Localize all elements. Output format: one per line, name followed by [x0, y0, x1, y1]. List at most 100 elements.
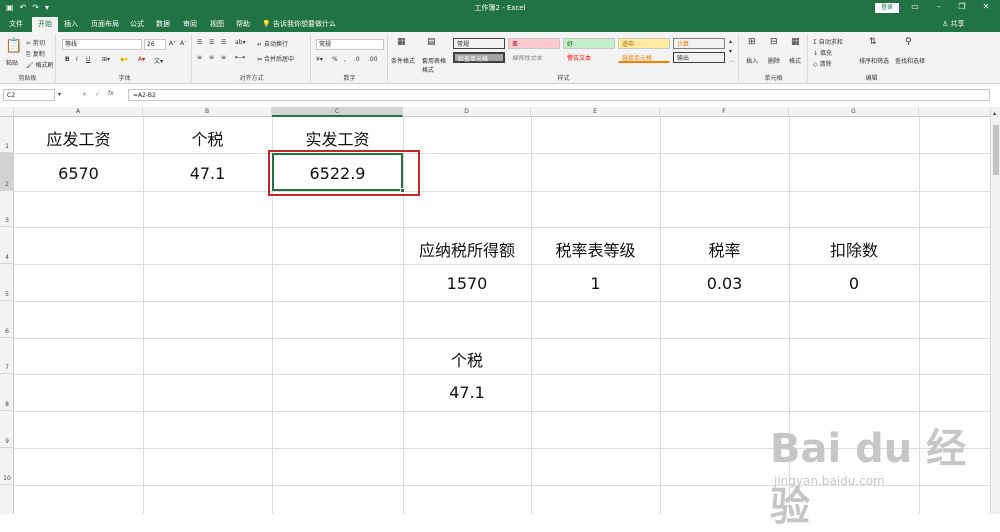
align-bottom-icon[interactable]: ☰: [221, 39, 226, 46]
scroll-up-icon[interactable]: ▴: [993, 110, 996, 117]
close-icon[interactable]: ✕: [979, 2, 993, 11]
insert-cells-icon[interactable]: ⊞: [748, 37, 756, 47]
cell-d4[interactable]: 应纳税所得额: [403, 237, 531, 261]
tab-data[interactable]: 数据: [156, 19, 170, 29]
column-header-c[interactable]: C: [272, 107, 403, 117]
restore-icon[interactable]: ❐: [955, 2, 969, 11]
style-output[interactable]: 输出: [673, 52, 725, 63]
style-warning[interactable]: 警告文本: [563, 52, 615, 63]
currency-icon[interactable]: ¥▾: [316, 56, 323, 63]
style-check-cell[interactable]: 检查单元格: [453, 52, 505, 63]
style-explanatory[interactable]: 解释性文本: [508, 52, 560, 63]
row-header-9[interactable]: 9: [0, 411, 14, 448]
cell-g5[interactable]: 0: [789, 274, 919, 293]
cell-d7[interactable]: 个税: [403, 347, 531, 371]
tab-file[interactable]: 文件: [9, 19, 23, 29]
phonetic-icon[interactable]: 文▾: [154, 56, 163, 65]
style-calculation[interactable]: 计算: [673, 38, 725, 49]
font-color-icon[interactable]: A▾: [138, 56, 145, 63]
column-header-b[interactable]: B: [143, 107, 272, 117]
fill-color-icon[interactable]: ◆▾: [120, 56, 128, 63]
conditional-format-icon[interactable]: ▦: [397, 37, 406, 47]
merge-center-button[interactable]: ⇔ 合并后居中: [257, 54, 294, 63]
copy-button[interactable]: ⎘ 复制: [26, 49, 45, 59]
format-painter-button[interactable]: 🖌 格式刷: [26, 60, 54, 69]
insert-cells-button[interactable]: 插入: [746, 56, 758, 65]
row-header-10[interactable]: 10: [0, 448, 14, 485]
comma-icon[interactable]: ,: [344, 56, 346, 63]
tab-insert[interactable]: 插入: [64, 19, 78, 29]
format-table-button[interactable]: 套用表格格式: [422, 56, 450, 74]
align-top-icon[interactable]: ☰: [197, 39, 202, 46]
cell-a1[interactable]: 应发工资: [14, 126, 143, 150]
vertical-scrollbar[interactable]: ▴: [990, 107, 1000, 514]
align-center-icon[interactable]: ≡: [209, 54, 214, 61]
wrap-text-button[interactable]: ↵ 自动换行: [257, 39, 288, 48]
italic-button[interactable]: I: [76, 56, 78, 63]
tab-home[interactable]: 开始: [32, 17, 58, 33]
cell-c1[interactable]: 实发工资: [272, 126, 403, 150]
column-header-a[interactable]: A: [14, 107, 143, 117]
percent-icon[interactable]: %: [332, 56, 338, 63]
cancel-icon[interactable]: ✕: [82, 91, 87, 98]
column-header-h[interactable]: [919, 107, 990, 117]
column-header-g[interactable]: G: [789, 107, 919, 117]
delete-cells-button[interactable]: 删除: [768, 56, 780, 65]
minimize-icon[interactable]: –: [932, 2, 946, 11]
row-header-8[interactable]: 8: [0, 374, 14, 411]
border-icon[interactable]: ⊞▾: [102, 56, 110, 63]
name-box[interactable]: C2: [3, 89, 55, 101]
row-header-5[interactable]: 5: [0, 264, 14, 301]
column-header-e[interactable]: E: [531, 107, 660, 117]
column-header-f[interactable]: F: [660, 107, 789, 117]
tab-formulas[interactable]: 公式: [130, 19, 144, 29]
tell-me-search[interactable]: 💡 告诉我你想要做什么: [262, 19, 336, 29]
shrink-font-icon[interactable]: A⁻: [180, 40, 187, 47]
cut-button[interactable]: ✂ 剪切: [26, 38, 45, 47]
insert-function-icon[interactable]: fx: [108, 90, 114, 97]
decrease-decimal-icon[interactable]: .00: [368, 56, 378, 63]
cell-f4[interactable]: 税率: [660, 237, 789, 261]
paste-icon[interactable]: 📋: [5, 38, 22, 54]
sort-filter-icon[interactable]: ⇅: [869, 37, 877, 47]
formula-input[interactable]: =A2-B2: [128, 89, 990, 101]
find-select-button[interactable]: 查找和选择: [895, 56, 925, 65]
style-neutral[interactable]: 适中: [618, 38, 670, 49]
select-all-corner[interactable]: [0, 107, 14, 117]
row-header-4[interactable]: 4: [0, 227, 14, 264]
conditional-format-button[interactable]: 条件格式: [391, 56, 415, 65]
sort-filter-button[interactable]: 排序和筛选: [859, 56, 889, 65]
cell-e4[interactable]: 税率表等级: [531, 237, 660, 261]
column-header-d[interactable]: D: [403, 107, 531, 117]
cell-d5[interactable]: 1570: [403, 274, 531, 293]
font-name-select[interactable]: 等线: [62, 39, 142, 50]
row-header-2[interactable]: 2: [0, 153, 14, 191]
style-bad[interactable]: 差: [508, 38, 560, 49]
scroll-thumb[interactable]: [993, 125, 999, 175]
style-normal[interactable]: 常规: [453, 38, 505, 49]
autosum-button[interactable]: Σ 自动求和: [813, 37, 843, 46]
style-linked-cell[interactable]: 链接单元格: [618, 52, 670, 63]
align-middle-icon[interactable]: ☰: [209, 39, 214, 46]
cell-e5[interactable]: 1: [531, 274, 660, 293]
orientation-icon[interactable]: ab▾: [235, 39, 246, 46]
paste-button[interactable]: 粘贴: [6, 58, 18, 67]
cell-d8[interactable]: 47.1: [403, 383, 531, 402]
format-cells-icon[interactable]: ▦: [791, 37, 800, 47]
increase-decimal-icon[interactable]: .0: [354, 56, 360, 63]
tab-view[interactable]: 视图: [210, 19, 224, 29]
fill-button[interactable]: ↓ 填充: [813, 48, 832, 57]
row-header-7[interactable]: 7: [0, 338, 14, 374]
underline-button[interactable]: U: [86, 56, 90, 63]
share-button[interactable]: ♙ 共享: [942, 19, 965, 29]
ribbon-display-icon[interactable]: ▭: [908, 2, 922, 11]
cell-b2[interactable]: 47.1: [143, 164, 272, 183]
bold-button[interactable]: B: [65, 56, 70, 63]
styles-scroll-up-icon[interactable]: ▴: [729, 38, 732, 45]
delete-cells-icon[interactable]: ⊟: [770, 37, 778, 47]
row-header-6[interactable]: 6: [0, 301, 14, 338]
find-icon[interactable]: ⚲: [905, 37, 912, 47]
cell-g4[interactable]: 扣除数: [789, 237, 919, 261]
format-cells-button[interactable]: 格式: [789, 56, 801, 65]
cell-b1[interactable]: 个税: [143, 126, 272, 150]
